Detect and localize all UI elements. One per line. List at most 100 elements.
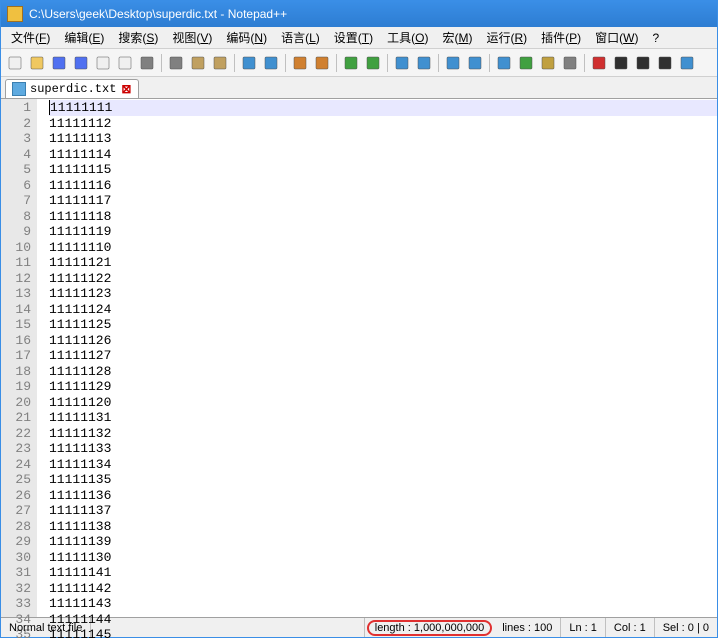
line-number: 30 bbox=[1, 550, 31, 566]
line-number: 9 bbox=[1, 224, 31, 240]
toolbar-separator bbox=[438, 54, 439, 72]
editor-line[interactable]: 11111119 bbox=[49, 224, 717, 240]
app-icon bbox=[7, 6, 23, 22]
monitor-icon[interactable] bbox=[560, 53, 580, 73]
line-number: 2 bbox=[1, 116, 31, 132]
open-file-icon[interactable] bbox=[27, 53, 47, 73]
redo-icon[interactable] bbox=[261, 53, 281, 73]
editor-line[interactable]: 11111124 bbox=[49, 302, 717, 318]
tab-close-icon[interactable]: ⊠ bbox=[120, 83, 132, 95]
copy-icon[interactable] bbox=[188, 53, 208, 73]
menu-O[interactable]: 工具(O) bbox=[381, 27, 434, 48]
close-all-icon[interactable] bbox=[115, 53, 135, 73]
menu-W[interactable]: 窗口(W) bbox=[589, 27, 644, 48]
tab-bar: superdic.txt ⊠ bbox=[1, 77, 717, 99]
editor-line[interactable]: 11111122 bbox=[49, 271, 717, 287]
editor-line[interactable]: 11111137 bbox=[49, 503, 717, 519]
line-number: 32 bbox=[1, 581, 31, 597]
paste-icon[interactable] bbox=[210, 53, 230, 73]
editor-line[interactable]: 11111135 bbox=[49, 472, 717, 488]
editor-line[interactable]: 11111118 bbox=[49, 209, 717, 225]
editor-line[interactable]: 11111139 bbox=[49, 534, 717, 550]
editor-line[interactable]: 11111131 bbox=[49, 410, 717, 426]
folder-icon[interactable] bbox=[538, 53, 558, 73]
editor-line[interactable]: 11111129 bbox=[49, 379, 717, 395]
menu-P[interactable]: 插件(P) bbox=[535, 27, 587, 48]
menu-F[interactable]: 文件(F) bbox=[5, 27, 56, 48]
line-number-gutter: 1234567891011121314151617181920212223242… bbox=[1, 99, 37, 617]
editor-line[interactable]: 11111136 bbox=[49, 488, 717, 504]
cut-icon[interactable] bbox=[166, 53, 186, 73]
print-icon[interactable] bbox=[137, 53, 157, 73]
show-all-icon[interactable] bbox=[465, 53, 485, 73]
line-number: 28 bbox=[1, 519, 31, 535]
tab-superdic[interactable]: superdic.txt ⊠ bbox=[5, 79, 139, 98]
lang-icon[interactable] bbox=[516, 53, 536, 73]
undo-icon[interactable] bbox=[239, 53, 259, 73]
line-number: 14 bbox=[1, 302, 31, 318]
editor-content[interactable]: 1111111111111112111111131111111411111115… bbox=[37, 99, 717, 617]
title-bar: C:\Users\geek\Desktop\superdic.txt - Not… bbox=[1, 1, 717, 27]
line-number: 27 bbox=[1, 503, 31, 519]
menu-bar: 文件(F)编辑(E)搜索(S)视图(V)编码(N)语言(L)设置(T)工具(O)… bbox=[1, 27, 717, 49]
editor-line[interactable]: 11111130 bbox=[49, 550, 717, 566]
menu-E[interactable]: 编辑(E) bbox=[58, 27, 110, 48]
replace-icon[interactable] bbox=[312, 53, 332, 73]
menu-M[interactable]: 宏(M) bbox=[436, 27, 478, 48]
editor-line[interactable]: 11111144 bbox=[49, 612, 717, 628]
save-macro-icon[interactable] bbox=[677, 53, 697, 73]
record-icon[interactable] bbox=[589, 53, 609, 73]
editor-line[interactable]: 11111125 bbox=[49, 317, 717, 333]
stop-icon[interactable] bbox=[611, 53, 631, 73]
editor-line[interactable]: 11111141 bbox=[49, 565, 717, 581]
menu-R[interactable]: 运行(R) bbox=[480, 27, 533, 48]
editor-line[interactable]: 11111113 bbox=[49, 131, 717, 147]
editor-line[interactable]: 11111126 bbox=[49, 333, 717, 349]
new-file-icon[interactable] bbox=[5, 53, 25, 73]
zoom-in-icon[interactable] bbox=[341, 53, 361, 73]
menu-help[interactable]: ? bbox=[646, 29, 665, 47]
indent-guide-icon[interactable] bbox=[494, 53, 514, 73]
save-all-icon[interactable] bbox=[71, 53, 91, 73]
line-number: 6 bbox=[1, 178, 31, 194]
editor-line[interactable]: 11111128 bbox=[49, 364, 717, 380]
editor-line[interactable]: 11111138 bbox=[49, 519, 717, 535]
editor-line[interactable]: 11111120 bbox=[49, 395, 717, 411]
menu-S[interactable]: 搜索(S) bbox=[112, 27, 164, 48]
editor-line[interactable]: 11111132 bbox=[49, 426, 717, 442]
editor-line[interactable]: 11111110 bbox=[49, 240, 717, 256]
line-number: 18 bbox=[1, 364, 31, 380]
editor-line[interactable]: 11111117 bbox=[49, 193, 717, 209]
editor-line[interactable]: 11111121 bbox=[49, 255, 717, 271]
menu-T[interactable]: 设置(T) bbox=[328, 27, 379, 48]
toolbar-separator bbox=[336, 54, 337, 72]
editor-line[interactable]: 11111123 bbox=[49, 286, 717, 302]
wrap-icon[interactable] bbox=[443, 53, 463, 73]
play-multi-icon[interactable] bbox=[655, 53, 675, 73]
line-number: 10 bbox=[1, 240, 31, 256]
menu-V[interactable]: 视图(V) bbox=[166, 27, 218, 48]
zoom-out-icon[interactable] bbox=[363, 53, 383, 73]
menu-L[interactable]: 语言(L) bbox=[275, 27, 326, 48]
find-icon[interactable] bbox=[290, 53, 310, 73]
editor-line[interactable]: 11111145 bbox=[49, 627, 717, 643]
line-number: 15 bbox=[1, 317, 31, 333]
editor[interactable]: 1234567891011121314151617181920212223242… bbox=[1, 99, 717, 617]
save-icon[interactable] bbox=[49, 53, 69, 73]
editor-line[interactable]: 11111111 bbox=[49, 100, 717, 116]
editor-line[interactable]: 11111134 bbox=[49, 457, 717, 473]
editor-line[interactable]: 11111115 bbox=[49, 162, 717, 178]
editor-line[interactable]: 11111114 bbox=[49, 147, 717, 163]
editor-line[interactable]: 11111127 bbox=[49, 348, 717, 364]
editor-line[interactable]: 11111112 bbox=[49, 116, 717, 132]
editor-line[interactable]: 11111116 bbox=[49, 178, 717, 194]
editor-line[interactable]: 11111133 bbox=[49, 441, 717, 457]
editor-line[interactable]: 11111143 bbox=[49, 596, 717, 612]
close-icon[interactable] bbox=[93, 53, 113, 73]
play-icon[interactable] bbox=[633, 53, 653, 73]
editor-line[interactable]: 11111142 bbox=[49, 581, 717, 597]
menu-N[interactable]: 编码(N) bbox=[220, 27, 273, 48]
toolbar-separator bbox=[285, 54, 286, 72]
sync-v-icon[interactable] bbox=[392, 53, 412, 73]
sync-h-icon[interactable] bbox=[414, 53, 434, 73]
